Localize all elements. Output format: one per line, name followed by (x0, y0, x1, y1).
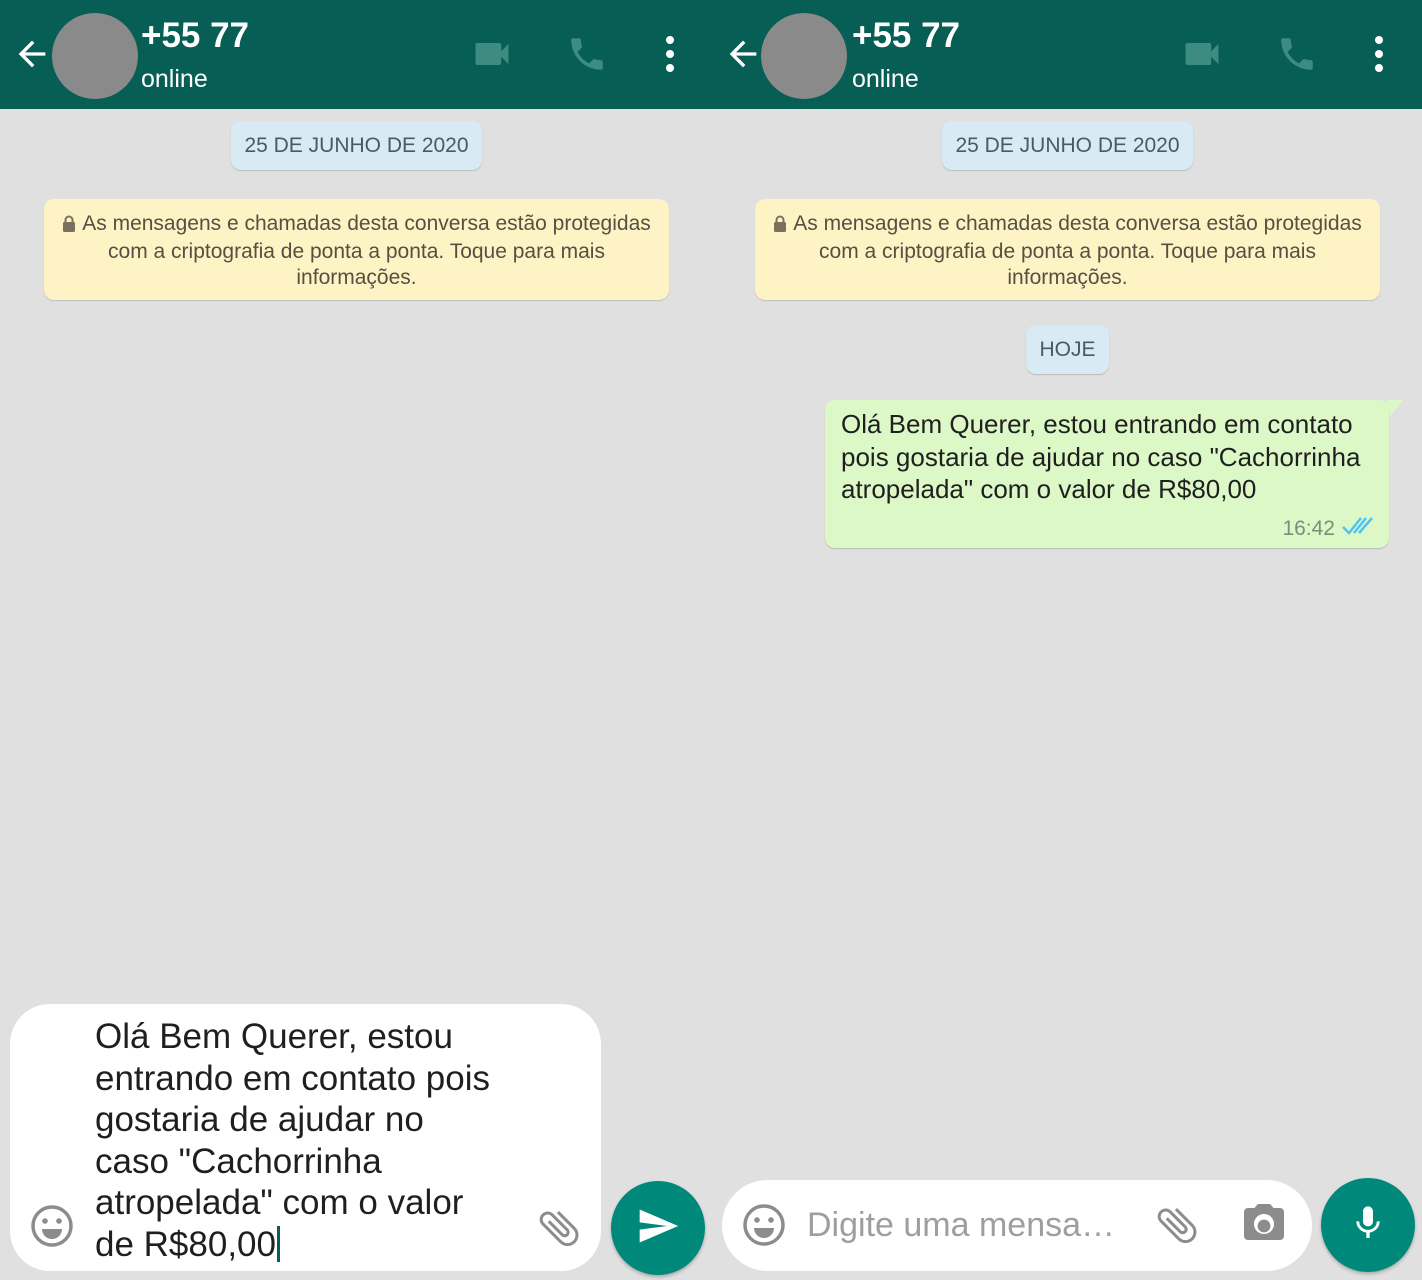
lock-icon (62, 213, 76, 239)
more-vert-icon[interactable] (660, 32, 680, 76)
encryption-notice[interactable]: As mensagens e chamadas desta conversa e… (44, 199, 669, 300)
phone-icon[interactable] (1275, 32, 1319, 76)
chat-screen-composing: +55 77 online 25 DE JUNHO DE 2020 As men… (0, 0, 711, 1280)
emoji-icon[interactable] (28, 1202, 76, 1250)
video-call-icon[interactable] (1180, 32, 1224, 76)
attach-icon[interactable] (535, 1204, 583, 1252)
outgoing-message[interactable]: Olá Bem Querer, estou entrando em contat… (825, 400, 1389, 548)
message-meta: 16:42 (1282, 515, 1375, 542)
lock-icon (773, 213, 787, 239)
contact-name[interactable]: +55 77 (852, 16, 960, 56)
chat-screens: +55 77 online 25 DE JUNHO DE 2020 As men… (0, 0, 1422, 1280)
date-divider: 25 DE JUNHO DE 2020 (942, 121, 1193, 170)
encryption-notice[interactable]: As mensagens e chamadas desta conversa e… (755, 199, 1380, 300)
contact-status: online (852, 65, 919, 93)
camera-icon[interactable] (1240, 1200, 1288, 1248)
avatar[interactable] (761, 13, 847, 99)
send-button[interactable] (611, 1181, 705, 1275)
message-input-text: Olá Bem Querer, estou entrando em contat… (95, 1017, 490, 1264)
attach-icon[interactable] (1153, 1201, 1201, 1249)
more-vert-icon[interactable] (1369, 32, 1389, 76)
app-bar: +55 77 online (0, 0, 711, 109)
emoji-icon[interactable] (740, 1201, 788, 1249)
text-cursor (276, 1225, 280, 1262)
phone-icon[interactable] (565, 32, 609, 76)
message-bubble-tail (1387, 400, 1403, 420)
video-call-icon[interactable] (470, 32, 514, 76)
read-ticks-icon (1341, 515, 1375, 542)
today-divider: HOJE (1026, 325, 1109, 374)
message-input[interactable]: Digite uma mensa… (807, 1202, 1137, 1248)
chat-screen-sent: +55 77 online 25 DE JUNHO DE 2020 As men… (711, 0, 1422, 1280)
encryption-notice-text: As mensagens e chamadas desta conversa e… (82, 212, 651, 289)
mic-icon (1348, 1203, 1388, 1248)
message-time: 16:42 (1282, 516, 1335, 540)
message-composer: Olá Bem Querer, estou entrando em contat… (10, 1004, 601, 1271)
voice-message-button[interactable] (1321, 1178, 1415, 1272)
avatar[interactable] (52, 13, 138, 99)
date-divider: 25 DE JUNHO DE 2020 (231, 121, 482, 170)
contact-name[interactable]: +55 77 (141, 16, 249, 56)
contact-status: online (141, 65, 208, 93)
send-icon (636, 1204, 680, 1253)
back-arrow-icon[interactable] (723, 34, 763, 74)
app-bar: +55 77 online (711, 0, 1422, 109)
message-composer: Digite uma mensa… (722, 1180, 1312, 1271)
message-input[interactable]: Olá Bem Querer, estou entrando em contat… (95, 1016, 495, 1265)
message-text: Olá Bem Querer, estou entrando em contat… (841, 409, 1361, 504)
back-arrow-icon[interactable] (12, 34, 52, 74)
encryption-notice-text: As mensagens e chamadas desta conversa e… (793, 212, 1362, 289)
